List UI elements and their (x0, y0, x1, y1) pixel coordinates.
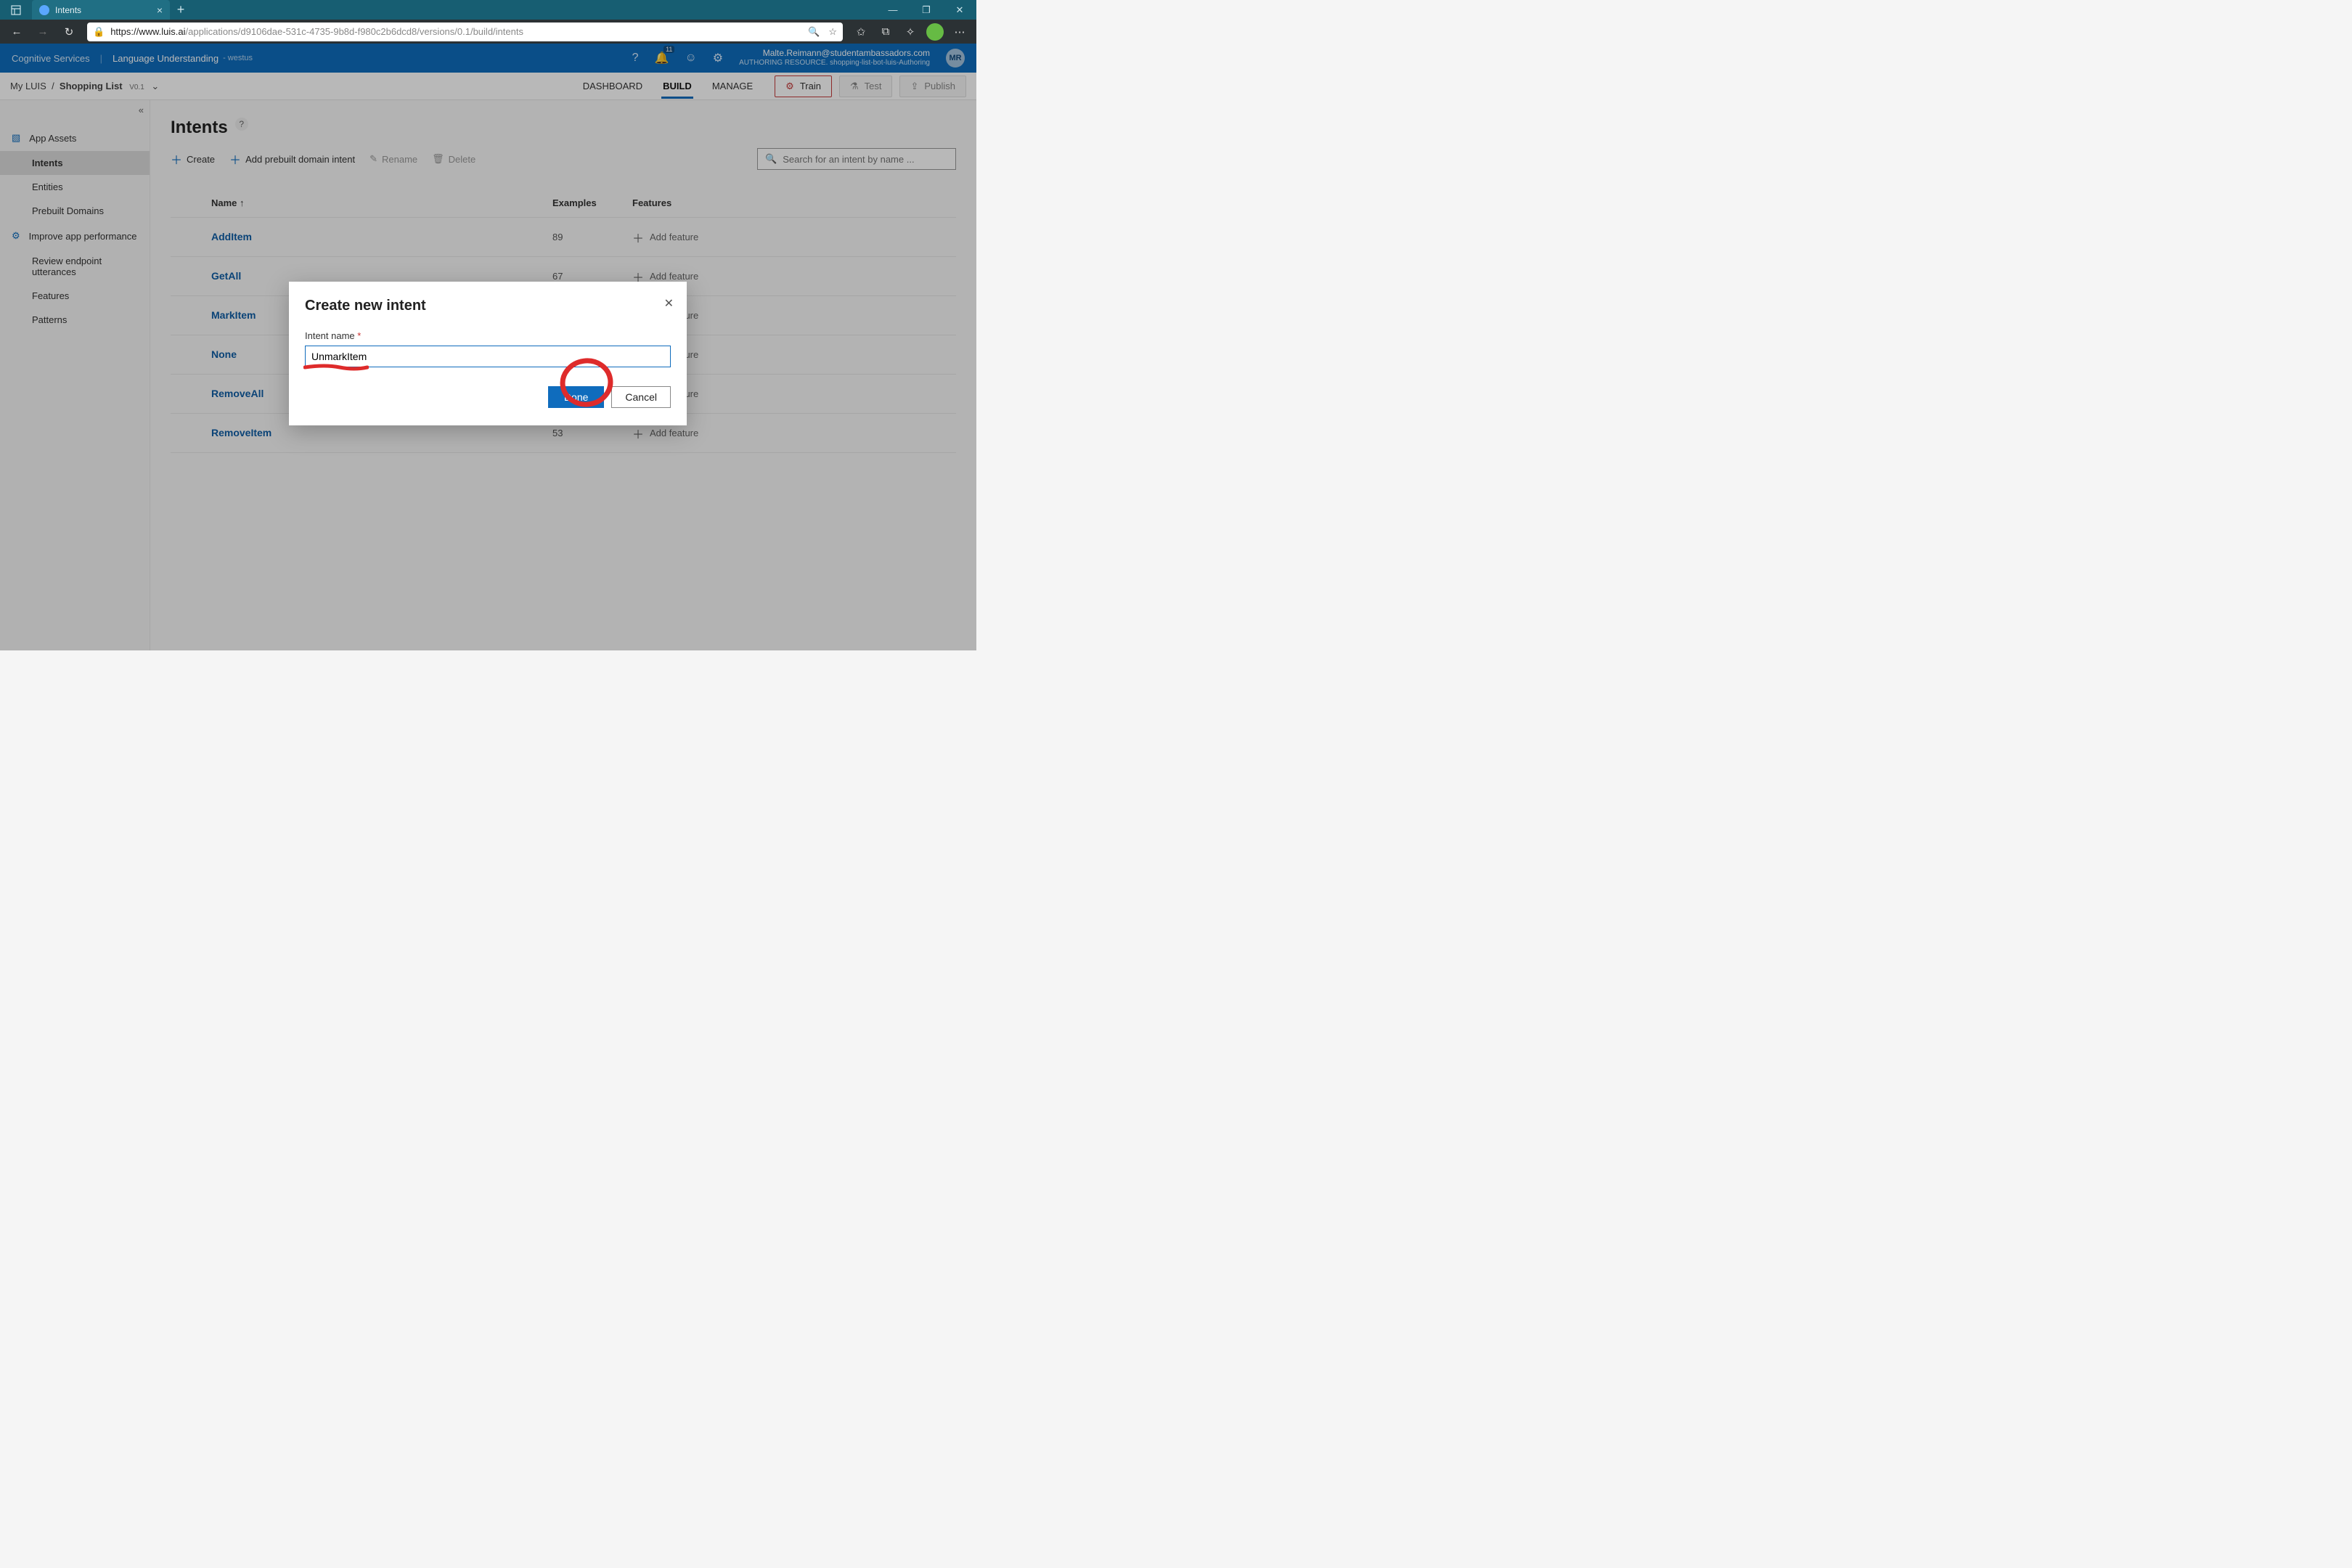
url-path: /applications/d9106dae-531c-4735-9b8d-f9… (186, 26, 523, 37)
favicon-icon (39, 5, 49, 15)
window-close-button[interactable]: ✕ (943, 0, 976, 20)
favorites-icon[interactable]: ✩ (849, 22, 873, 42)
window-maximize-button[interactable]: ❐ (910, 0, 943, 20)
new-tab-button[interactable]: + (170, 0, 192, 20)
browser-titlebar: Intents × + — ❐ ✕ (0, 0, 976, 20)
create-intent-dialog: Create new intent ✕ Intent name * Done C… (289, 282, 687, 425)
tab-title: Intents (55, 5, 151, 15)
dialog-title: Create new intent (305, 298, 671, 314)
cancel-button[interactable]: Cancel (611, 386, 671, 408)
browser-navbar: ← → ↻ 🔒 https://www.luis.ai/applications… (0, 20, 976, 44)
nav-forward-button[interactable]: → (30, 22, 55, 42)
window-minimize-button[interactable]: — (876, 0, 910, 20)
lock-icon: 🔒 (93, 26, 105, 38)
intent-name-label: Intent name * (305, 330, 671, 341)
url-host: https://www.luis.ai (110, 26, 185, 37)
app-menu-icon[interactable] (0, 0, 32, 20)
profile-avatar[interactable] (923, 22, 947, 42)
zoom-icon[interactable]: 🔍 (808, 26, 820, 38)
browser-menu-icon[interactable]: ⋯ (947, 22, 972, 42)
tab-close-icon[interactable]: × (157, 4, 163, 16)
collections-icon[interactable]: ⧉ (873, 22, 898, 42)
annotation-circle (558, 354, 616, 412)
extensions-icon[interactable]: ✧ (898, 22, 923, 42)
annotation-underline (303, 363, 369, 373)
star-icon[interactable]: ☆ (828, 26, 837, 38)
nav-back-button[interactable]: ← (4, 22, 29, 42)
dialog-close-icon[interactable]: ✕ (664, 296, 674, 311)
url-bar[interactable]: 🔒 https://www.luis.ai/applications/d9106… (87, 23, 843, 41)
browser-tab[interactable]: Intents × (32, 0, 170, 20)
nav-refresh-button[interactable]: ↻ (57, 22, 81, 42)
